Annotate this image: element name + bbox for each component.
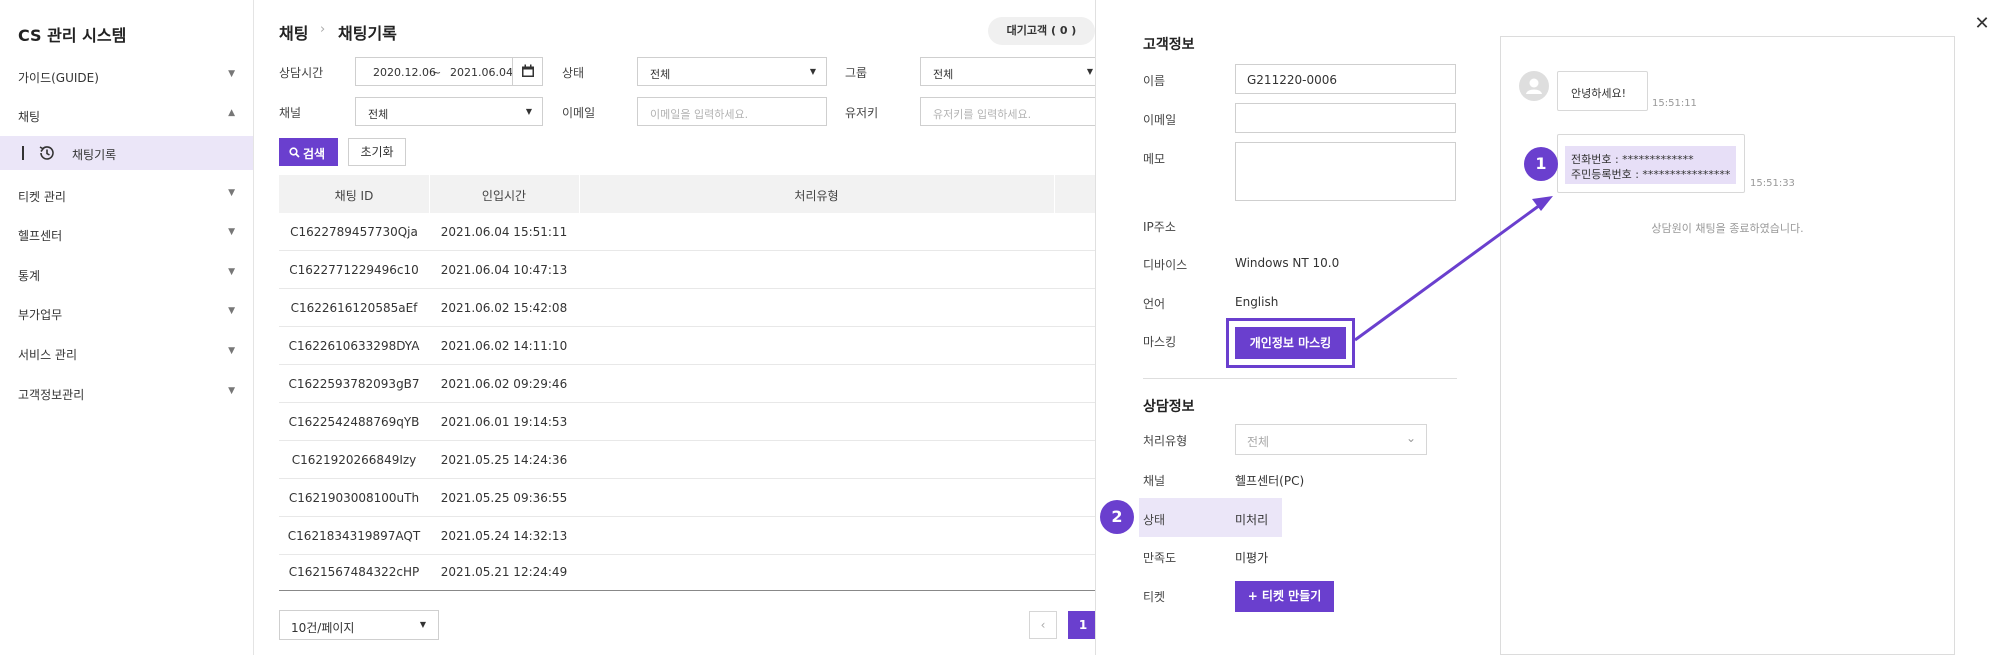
close-icon[interactable]: ✕	[1972, 14, 1992, 34]
annotation-arrow	[1354, 196, 1553, 342]
